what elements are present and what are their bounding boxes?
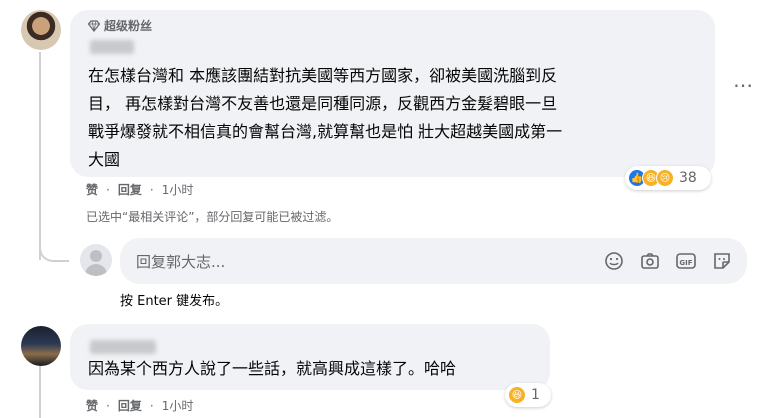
commenter-avatar[interactable] [21,326,61,366]
more-options-icon[interactable]: ⋯ [733,75,754,95]
comment-actions: 赞 · 回复 · 1小时 [86,397,193,414]
filter-note: 已选中“最相关评论”，部分回复可能已被过滤。 [86,210,339,224]
like-button[interactable]: 赞 [86,181,98,198]
separator: · [106,398,110,413]
reaction-summary[interactable]: 😆 1 [505,383,551,407]
commenter-avatar[interactable] [21,10,61,50]
comment-line: 大國 [88,150,121,169]
reply-input[interactable]: 回复郭大志... GIF [120,238,747,284]
thread-connector-2 [39,360,41,418]
comment-line: 戰爭爆發就不相信真的會幫台灣,就算幫也是怕 壯大超越美國成第一 [88,122,563,141]
current-user-avatar [80,244,112,276]
haha-reaction-icon: 😆 [508,386,526,404]
timestamp[interactable]: 1小时 [162,181,194,198]
comment-text: 因為某个西方人說了一些話，就高興成這樣了。哈哈 [88,355,543,383]
reply-button[interactable]: 回复 [118,181,142,198]
reaction-count: 38 [679,170,697,186]
comment-actions: 赞 · 回复 · 1小时 [86,181,193,198]
camera-icon[interactable] [639,250,661,272]
comment-line: 目， 再怎樣對台灣不友善也還是同種同源，反觀西方金髮碧眼一旦 [88,94,558,113]
comment-line: 在怎樣台灣和 本應該團結對抗美國等西方國家，卻被美國洗腦到反 [88,66,558,85]
comment-line: 因為某个西方人說了一些話，就高興成這樣了。哈哈 [88,359,457,378]
reply-button[interactable]: 回复 [118,397,142,414]
thread-connector-curve [39,236,69,262]
timestamp[interactable]: 1小时 [162,397,194,414]
top-fan-badge[interactable]: 超级粉丝 [88,17,152,34]
comment-text: 在怎樣台灣和 本應該團結對抗美國等西方國家，卻被美國洗腦到反 目， 再怎樣對台灣… [88,62,704,174]
gif-icon[interactable]: GIF [675,250,697,272]
avatar-head [90,250,102,262]
thread-connector [39,52,41,260]
commenter-name-redacted[interactable] [90,340,156,354]
separator: · [149,398,154,413]
diamond-icon [88,19,100,32]
separator: · [106,182,110,197]
sad-reaction-icon: 😢 [656,169,674,187]
emoji-icon[interactable] [603,250,625,272]
commenter-name-redacted[interactable] [90,40,134,54]
like-button[interactable]: 赞 [86,397,98,414]
sticker-icon[interactable] [711,250,733,272]
separator: · [149,182,154,197]
reply-placeholder: 回复郭大志... [136,253,226,271]
reply-tools: GIF [603,250,733,272]
avatar-body [85,264,107,276]
reaction-count: 1 [531,387,540,403]
reaction-summary[interactable]: 👍 😆 😢 38 [625,166,711,190]
badge-label: 超级粉丝 [104,19,153,33]
enter-hint: 按 Enter 键发布。 [120,294,229,309]
svg-text:GIF: GIF [679,259,692,267]
